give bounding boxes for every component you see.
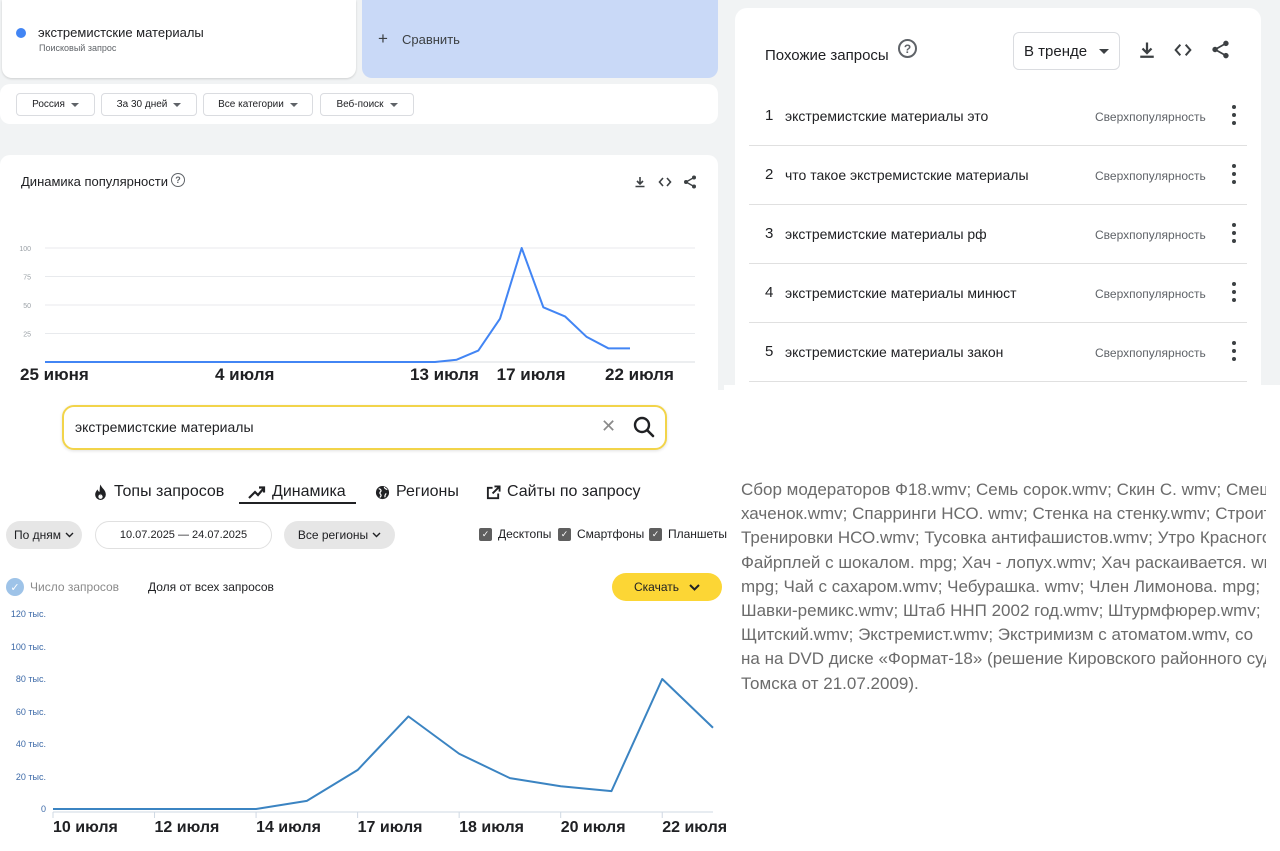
query-badge: Сверхпопулярность — [1095, 228, 1206, 242]
more-vert-icon[interactable] — [1231, 341, 1237, 361]
text-line: mpg; Чай с сахаром.wmv; Чебурашка. wmv; … — [741, 576, 1261, 596]
share-icon[interactable] — [1209, 38, 1231, 60]
query-rank: 2 — [765, 166, 774, 183]
query-badge: Сверхпопулярность — [1095, 110, 1206, 124]
more-vert-icon[interactable] — [1231, 223, 1237, 243]
court-decision-text: Сбор модераторов Ф18.wmv; Семь сорок.wmv… — [741, 478, 1266, 696]
y-tick-label: 80 тыс. — [15, 674, 46, 684]
text-line: Щитский.wmv; Экстремист.wmv; Экстримизм … — [741, 625, 1254, 645]
x-tick-label: 20 июля — [560, 819, 626, 836]
query-text: экстремистские материалы минюст — [785, 285, 1017, 301]
code-icon[interactable] — [1172, 39, 1194, 61]
x-tick-label: 10 июля — [53, 819, 118, 836]
trend-select-value: В тренде — [1024, 42, 1088, 60]
more-vert-icon[interactable] — [1231, 164, 1237, 184]
query-text: что такое экстремистские материалы — [785, 167, 1029, 183]
related-queries-panel: Похожие запросы ? В тренде 1 экстремистс… — [724, 0, 1280, 385]
series-line — [53, 678, 714, 810]
query-rank: 4 — [765, 284, 774, 301]
query-text: экстремистские материалы это — [785, 108, 989, 124]
y-tick-label: 20 тыс. — [15, 771, 46, 782]
text-line: Сбор модераторов Ф18.wmv; Семь сорок.wmv… — [741, 480, 1266, 499]
more-vert-icon[interactable] — [1231, 105, 1237, 125]
more-vert-icon[interactable] — [1231, 282, 1237, 302]
y-tick-label: 100 тыс. — [10, 641, 46, 652]
text-line: на на DVD диске «Формат-18» (решение Кир… — [741, 649, 1266, 669]
related-query-row[interactable]: 4 экстремистские материалы минюст Сверхп… — [749, 265, 1247, 323]
query-rank: 3 — [765, 225, 774, 242]
query-text: экстремистские материалы закон — [785, 344, 1004, 360]
text-line: Тренировки НСО.wmv; Тусовка антифашистов… — [741, 528, 1266, 548]
query-badge: Сверхпопулярность — [1095, 287, 1206, 301]
trend-select[interactable]: В тренде — [1013, 32, 1120, 70]
text-line: хаченок.wmv; Спарринги НСО. wmv; Стенка … — [741, 504, 1266, 524]
related-query-row[interactable]: 5 экстремистские материалы закон Сверхпо… — [749, 324, 1247, 382]
related-query-row[interactable]: 3 экстремистские материалы рф Сверхпопул… — [749, 206, 1247, 264]
text-line: Томска от 21.07.2009). — [741, 673, 919, 693]
download-icon[interactable] — [1136, 39, 1158, 61]
query-rank: 1 — [765, 107, 774, 124]
x-tick-label: 18 июля — [459, 819, 524, 836]
help-icon[interactable]: ? — [898, 39, 917, 58]
query-text: экстремистские материалы рф — [785, 226, 987, 242]
y-tick-label: 40 тыс. — [15, 739, 46, 749]
y-tick-label: 0 — [40, 804, 46, 814]
related-query-row[interactable]: 2 что такое экстремистские материалы Све… — [749, 147, 1247, 205]
text-line: Файрплей с шокалом. mpg; Хач - лопух.wmv… — [741, 552, 1266, 572]
y-tick-label: 120 тыс. — [10, 609, 46, 619]
x-tick-label: 12 июля — [154, 819, 220, 836]
query-badge: Сверхпопулярность — [1095, 169, 1206, 183]
query-badge: Сверхпопулярность — [1095, 346, 1206, 360]
x-tick-label: 22 июля — [662, 819, 728, 836]
query-rank: 5 — [765, 343, 774, 360]
related-query-row[interactable]: 1 экстремистские материалы это Сверхпопу… — [749, 88, 1247, 146]
x-tick-label: 17 июля — [357, 819, 423, 836]
y-tick-label: 60 тыс. — [15, 706, 46, 717]
caret-down-icon — [1099, 48, 1110, 54]
help-glyph: ? — [903, 41, 912, 56]
x-tick-label: 14 июля — [256, 819, 321, 836]
related-queries-card: Похожие запросы ? В тренде 1 экстремистс… — [735, 8, 1261, 385]
wordstat-dynamics-chart — [52, 678, 714, 818]
text-line: Шавки-ремикс.wmv; Штаб ННП 2002 год.wmv;… — [741, 601, 1261, 621]
related-queries-title: Похожие запросы — [765, 47, 889, 64]
